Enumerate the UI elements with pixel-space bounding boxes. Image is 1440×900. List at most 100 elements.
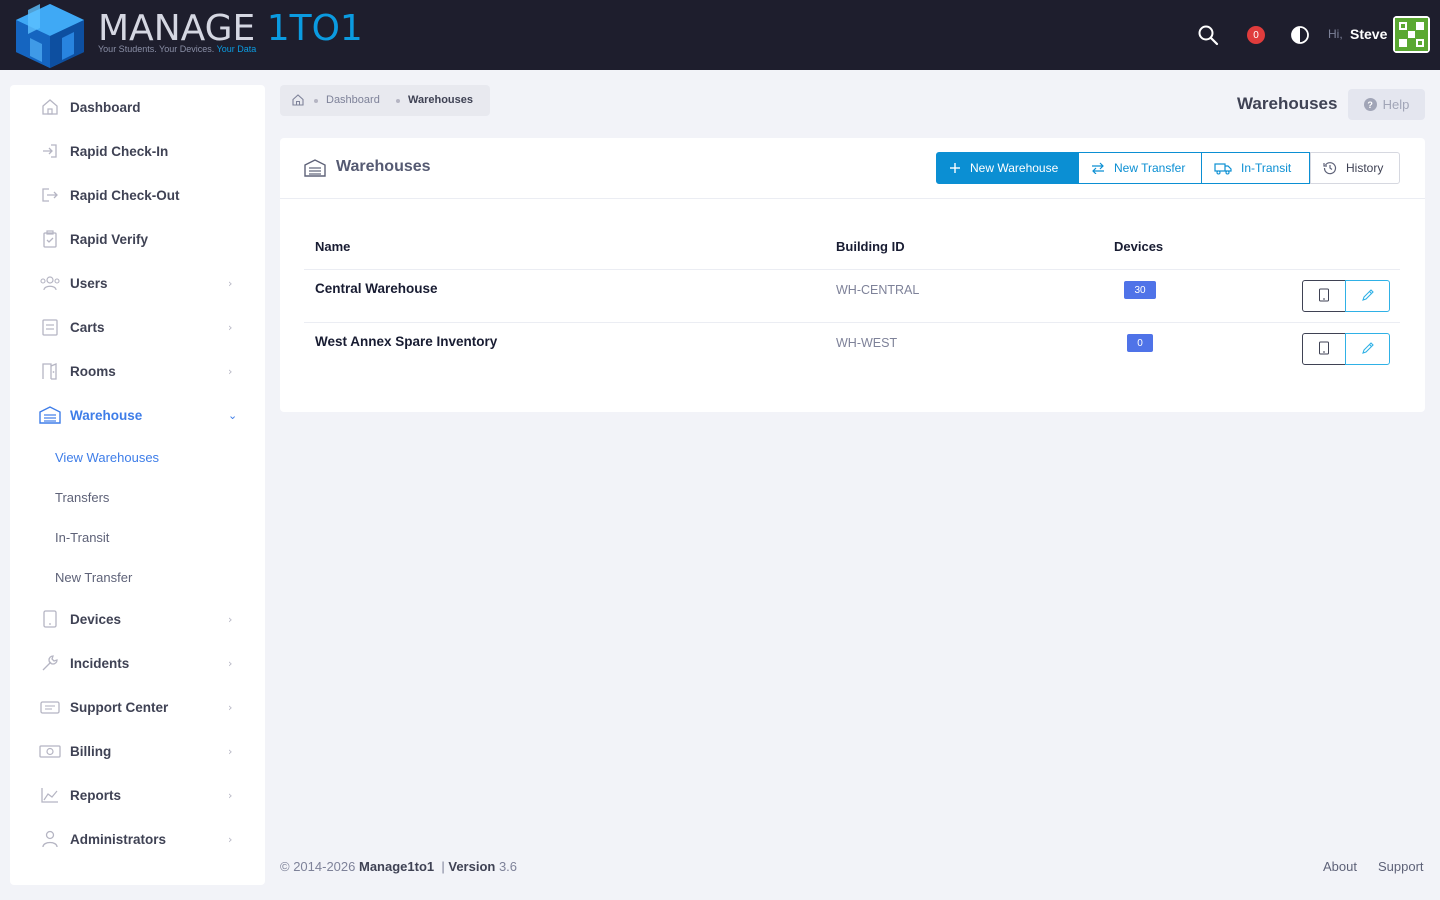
in-transit-label: In-Transit: [1241, 161, 1292, 175]
view-devices-button[interactable]: [1302, 280, 1346, 312]
sidebar-item-label: Incidents: [70, 655, 130, 671]
logo-cube-icon: [16, 4, 84, 68]
breadcrumb-link-dashboard[interactable]: Dashboard: [326, 94, 380, 106]
chevron-right-icon: ›: [228, 364, 233, 378]
building-id: WH-CENTRAL: [836, 283, 920, 297]
chevron-right-icon: ›: [228, 656, 233, 670]
card-header: Warehouses New Warehouse New Transfer In…: [280, 138, 1425, 199]
home-icon: [39, 96, 61, 118]
sign-out-icon: [39, 184, 61, 206]
warehouse-name[interactable]: West Annex Spare Inventory: [315, 334, 497, 349]
help-button[interactable]: ? Help: [1348, 89, 1425, 120]
sidebar-subitem-transfers[interactable]: Transfers: [55, 490, 109, 505]
sidebar-item-label: Administrators: [70, 831, 167, 847]
sidebar-item-dashboard[interactable]: Dashboard: [10, 85, 265, 129]
view-devices-button[interactable]: [1302, 333, 1346, 365]
new-transfer-button[interactable]: New Transfer: [1078, 152, 1202, 184]
sidebar-item-reports[interactable]: Reports ›: [10, 773, 265, 817]
footer-link-support[interactable]: Support: [1378, 859, 1424, 874]
sidebar-subitem-in-transit[interactable]: In-Transit: [55, 530, 109, 545]
sidebar-subitem-new-transfer[interactable]: New Transfer: [55, 570, 132, 585]
chevron-right-icon: ›: [228, 320, 233, 334]
sidebar-item-label: Devices: [70, 611, 122, 627]
chevron-right-icon: ›: [228, 744, 233, 758]
table-divider: [304, 322, 1400, 323]
sidebar-subitem-view-warehouses[interactable]: View Warehouses: [55, 450, 159, 465]
clipboard-check-icon: [39, 228, 61, 250]
logo[interactable]: MANAGE 1TO1 Your Students. Your Devices.…: [10, 2, 363, 68]
sidebar-item-rapid-verify[interactable]: Rapid Verify: [10, 217, 265, 261]
sidebar-item-label: Rapid Check-Out: [70, 187, 180, 203]
top-header: MANAGE 1TO1 Your Students. Your Devices.…: [0, 0, 1440, 70]
logo-word-manage: MANAGE: [98, 8, 267, 49]
sidebar-item-incidents[interactable]: Incidents ›: [10, 641, 265, 685]
tablet-icon: [1318, 340, 1330, 359]
in-transit-button[interactable]: In-Transit: [1201, 152, 1310, 184]
edit-button[interactable]: [1345, 280, 1390, 312]
notification-badge[interactable]: 0: [1247, 26, 1265, 44]
logo-wordmark: MANAGE 1TO1: [98, 8, 363, 49]
new-warehouse-button[interactable]: New Warehouse: [936, 152, 1079, 184]
sidebar: Dashboard Rapid Check-In Rapid Check-Out…: [10, 85, 265, 885]
history-button[interactable]: History: [1310, 152, 1400, 184]
question-icon: ?: [1363, 98, 1377, 111]
sidebar-item-users[interactable]: Users ›: [10, 261, 265, 305]
sidebar-item-label: Dashboard: [70, 99, 141, 115]
new-transfer-label: New Transfer: [1114, 161, 1186, 175]
history-icon: [1323, 161, 1337, 175]
sidebar-item-carts[interactable]: Carts ›: [10, 305, 265, 349]
table-divider: [304, 269, 1400, 270]
footer: © 2014-2026 Manage1to1 | Version 3.6: [280, 859, 517, 874]
chevron-right-icon: ›: [228, 788, 233, 802]
theme-toggle-icon[interactable]: [1287, 22, 1313, 48]
warehouse-icon: [304, 158, 326, 182]
sign-in-icon: [39, 140, 61, 162]
devices-count-badge[interactable]: 30: [1124, 281, 1156, 299]
sidebar-item-rapid-check-in[interactable]: Rapid Check-In: [10, 129, 265, 173]
edit-button[interactable]: [1345, 333, 1390, 365]
avatar[interactable]: [1393, 16, 1430, 53]
wrench-icon: [39, 652, 61, 674]
money-icon: [39, 740, 61, 762]
chevron-right-icon: ›: [228, 276, 233, 290]
version-number: 3.6: [498, 859, 518, 874]
sidebar-item-devices[interactable]: Devices ›: [10, 597, 265, 641]
pencil-icon: [1361, 287, 1375, 306]
warehouses-card: Warehouses New Warehouse New Transfer In…: [280, 138, 1425, 412]
sidebar-item-rapid-check-out[interactable]: Rapid Check-Out: [10, 173, 265, 217]
footer-link-about[interactable]: About: [1323, 859, 1357, 874]
truck-icon: [1214, 162, 1232, 175]
breadcrumb: Dashboard Warehouses: [280, 85, 490, 116]
logo-tagline: Your Students. Your Devices. Your Data: [98, 44, 256, 54]
version-label: Version: [448, 859, 496, 874]
tagline-text: Your Students. Your Devices.: [98, 44, 217, 54]
admin-icon: [39, 828, 61, 850]
sidebar-item-warehouse[interactable]: Warehouse ⌄: [10, 393, 265, 437]
sidebar-item-label: Rooms: [70, 363, 116, 379]
user-name[interactable]: Steve: [1350, 26, 1387, 42]
help-label: Help: [1382, 97, 1410, 112]
warehouse-name[interactable]: Central Warehouse: [315, 281, 438, 296]
sidebar-item-label: Rapid Verify: [70, 231, 149, 247]
card-title: Warehouses: [336, 158, 431, 175]
tablet-icon: [39, 608, 61, 630]
column-header-devices: Devices: [1114, 239, 1164, 254]
column-header-name: Name: [315, 239, 351, 254]
sidebar-item-rooms[interactable]: Rooms ›: [10, 349, 265, 393]
new-warehouse-label: New Warehouse: [970, 161, 1059, 175]
footer-separator: |: [437, 859, 449, 874]
devices-count-badge[interactable]: 0: [1127, 334, 1153, 352]
tablet-icon: [1318, 287, 1330, 306]
tagline-highlight: Your Data: [216, 44, 257, 54]
sidebar-item-support-center[interactable]: Support Center ›: [10, 685, 265, 729]
footer-brand[interactable]: Manage1to1: [359, 859, 434, 874]
sidebar-item-label: Billing: [70, 743, 112, 759]
home-icon[interactable]: [291, 93, 305, 110]
search-icon[interactable]: [1195, 22, 1221, 48]
sidebar-item-billing[interactable]: Billing ›: [10, 729, 265, 773]
door-icon: [39, 360, 61, 382]
greeting-text: Hi,: [1328, 27, 1343, 41]
exchange-icon: [1091, 162, 1105, 174]
chart-icon: [39, 784, 61, 806]
sidebar-item-administrators[interactable]: Administrators ›: [10, 817, 265, 861]
